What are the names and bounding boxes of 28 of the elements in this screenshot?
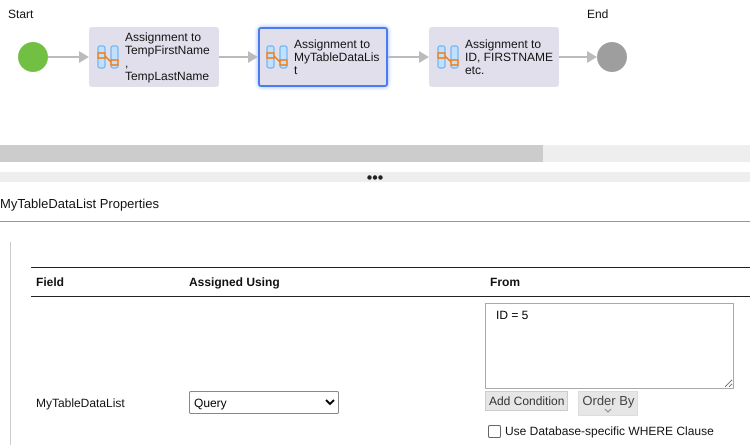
table-mapping-icon [266,45,288,69]
assignment-node[interactable]: Assignment to TempFirstName, TempLastName [89,27,219,87]
checkbox[interactable] [488,424,501,438]
panel-title: MyTableDataList Properties [0,182,750,222]
assignment-node[interactable]: Assignment to MyTableDataList [258,27,388,87]
drag-handle-icon[interactable] [367,174,383,180]
field-name: MyTableDataList [36,396,125,410]
column-header: Field [31,268,184,297]
assigned-using-dropdown[interactable]: Query [189,391,339,414]
order-by-dropdown[interactable]: Order By [578,391,638,416]
connector-arrow [219,51,258,63]
horizontal-scrollbar[interactable] [0,145,750,162]
connector-arrow [388,51,429,63]
end-label: End [587,7,608,21]
caret-icon [604,408,612,414]
connector-arrow [48,51,89,63]
end-node[interactable] [597,42,627,72]
add-condition-button[interactable]: Add Condition [485,391,568,411]
column-header: Assigned Using [184,268,485,297]
query-field[interactable]: ID = 5 [485,303,734,389]
start-node[interactable] [18,42,48,72]
connector-arrow [559,51,597,63]
table-mapping-icon [97,45,119,69]
table-mapping-icon [437,45,459,69]
column-header: From [485,268,750,297]
start-label: Start [8,7,34,21]
assignment-node[interactable]: Assignment to ID, FIRSTNAME etc. [429,27,559,87]
checkbox-label: Use Database-specific WHERE Clause [505,424,714,438]
